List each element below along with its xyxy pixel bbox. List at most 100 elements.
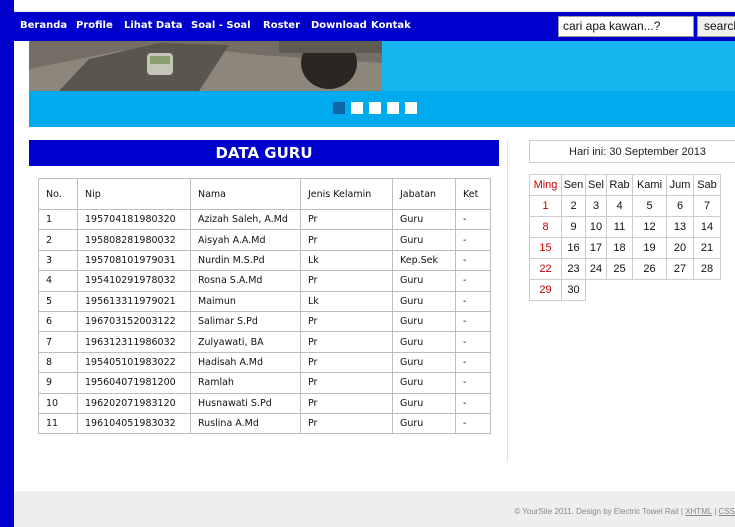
column-header-jenis-kelamin: Jenis Kelamin <box>300 178 393 210</box>
column-header-ket: Ket <box>455 178 491 210</box>
nav-roster[interactable]: Roster <box>263 20 300 31</box>
banner-light-panel <box>382 41 735 91</box>
table-cell: Guru <box>392 412 456 435</box>
table-cell: - <box>455 392 491 414</box>
slide-dot-1[interactable] <box>333 102 345 114</box>
calendar-day[interactable]: 8 <box>529 216 562 238</box>
banner-photo <box>29 41 382 91</box>
calendar-day[interactable]: 19 <box>632 237 667 259</box>
calendar-week-row: 29 30 <box>529 279 721 301</box>
calendar-day[interactable]: 16 <box>561 237 586 259</box>
nav-soal-soal[interactable]: Soal - Soal <box>191 20 251 31</box>
calendar-table: Ming Sen Sel Rab Kami Jum Sab 1 2 3 4 5 6 7 8 9 10 11 12 1… <box>529 174 721 301</box>
table-cell: - <box>455 351 491 374</box>
table-cell: Lk <box>300 249 393 272</box>
calendar-day[interactable]: 30 <box>561 279 586 301</box>
table-cell: 195410291978032 <box>77 270 191 292</box>
table-cell: - <box>455 331 491 353</box>
table-cell: Guru <box>392 290 456 312</box>
calendar-day[interactable]: 11 <box>606 216 633 238</box>
table-cell: Maimun <box>190 290 301 312</box>
column-divider <box>507 140 508 462</box>
table-cell: Husnawati S.Pd <box>190 392 301 414</box>
search-button[interactable]: search <box>697 16 735 37</box>
table-cell: - <box>455 270 491 292</box>
calendar-day[interactable]: 13 <box>666 216 694 238</box>
calendar-day[interactable]: 1 <box>529 195 562 217</box>
table-cell: - <box>455 229 491 251</box>
table-row: 5 195613311979021 Maimun Lk Guru - <box>38 290 491 312</box>
calendar-day[interactable]: 15 <box>529 237 562 259</box>
table-cell: Guru <box>392 310 456 333</box>
main-navbar: Beranda Profile Lihat Data Soal - Soal R… <box>14 12 735 41</box>
calendar-day[interactable]: 4 <box>606 195 633 217</box>
slide-dot-2[interactable] <box>351 102 363 114</box>
nav-download[interactable]: Download <box>311 20 367 31</box>
calendar-day[interactable]: 21 <box>693 237 721 259</box>
table-row: 1 195704181980320 Azizah Saleh, A.Md Pr Guru… <box>38 208 491 231</box>
table-cell: Pr <box>300 392 393 414</box>
table-header-row: No. Nip Nama Jenis Kelamin Jabatan Ket <box>38 178 491 210</box>
table-cell: 4 <box>38 270 78 292</box>
column-header-jabatan: Jabatan <box>392 178 456 210</box>
calendar-day[interactable]: 26 <box>632 258 667 280</box>
table-cell: Pr <box>300 372 393 394</box>
nav-beranda[interactable]: Beranda <box>20 20 67 31</box>
calendar-weekday: Rab <box>606 174 633 196</box>
table-cell: 196312311986032 <box>77 331 191 353</box>
table-cell: Pr <box>300 270 393 292</box>
nav-lihat-data[interactable]: Lihat Data <box>124 20 183 31</box>
table-cell: Kep.Sek <box>392 249 456 272</box>
table-cell: Zulyawati, BA <box>190 331 301 353</box>
footer-text: © YourSite 2011. Design by Electric Towe… <box>514 507 735 516</box>
banner-slider <box>29 41 735 127</box>
calendar-day[interactable]: 9 <box>561 216 586 238</box>
calendar-today: Hari ini: 30 September 2013 <box>529 140 735 163</box>
table-cell: Guru <box>392 392 456 414</box>
calendar-day[interactable]: 20 <box>666 237 694 259</box>
calendar-day[interactable]: 18 <box>606 237 633 259</box>
slide-dot-4[interactable] <box>387 102 399 114</box>
footer-link-css[interactable]: CSS <box>719 507 735 516</box>
table-cell: Pr <box>300 310 393 333</box>
calendar-day[interactable]: 3 <box>585 195 607 217</box>
slide-dot-5[interactable] <box>405 102 417 114</box>
calendar-day[interactable]: 22 <box>529 258 562 280</box>
calendar-day[interactable]: 5 <box>632 195 667 217</box>
column-header-no: No. <box>38 178 78 210</box>
table-cell: - <box>455 372 491 394</box>
table-cell: 6 <box>38 310 78 333</box>
search-input[interactable]: cari apa kawan...? <box>558 16 694 37</box>
calendar-day[interactable]: 24 <box>585 258 607 280</box>
calendar-day[interactable]: 14 <box>693 216 721 238</box>
calendar-day[interactable]: 2 <box>561 195 586 217</box>
calendar-day[interactable]: 27 <box>666 258 694 280</box>
table-cell: 11 <box>38 412 78 435</box>
nav-profile[interactable]: Profile <box>76 20 113 31</box>
table-cell: Pr <box>300 351 393 374</box>
table-cell: - <box>455 249 491 272</box>
calendar-day[interactable]: 28 <box>693 258 721 280</box>
calendar-day[interactable]: 6 <box>666 195 694 217</box>
calendar-weekday: Sen <box>561 174 586 196</box>
calendar-day[interactable]: 29 <box>529 279 562 301</box>
calendar-day[interactable]: 23 <box>561 258 586 280</box>
footer-credit: © YourSite 2011. Design by Electric Towe… <box>514 507 686 516</box>
calendar-day[interactable]: 12 <box>632 216 667 238</box>
slide-dot-3[interactable] <box>369 102 381 114</box>
nav-kontak[interactable]: Kontak <box>371 20 411 31</box>
calendar-day[interactable]: 25 <box>606 258 633 280</box>
table-cell: 195704181980320 <box>77 208 191 231</box>
calendar-weekday: Sel <box>585 174 607 196</box>
top-strip <box>14 0 735 12</box>
calendar-day[interactable]: 17 <box>585 237 607 259</box>
table-cell: Guru <box>392 270 456 292</box>
table-cell: - <box>455 412 491 435</box>
calendar-day[interactable]: 10 <box>585 216 607 238</box>
table-cell: Hadisah A.Md <box>190 351 301 374</box>
calendar-week-row: 22 23 24 25 26 27 28 <box>529 258 721 280</box>
footer-link-xhtml[interactable]: XHTML <box>685 507 712 516</box>
table-row: 3 195708101979031 Nurdin M.S.Pd Lk Kep.Sek - <box>38 249 491 272</box>
calendar-day[interactable]: 7 <box>693 195 721 217</box>
table-cell: 8 <box>38 351 78 374</box>
